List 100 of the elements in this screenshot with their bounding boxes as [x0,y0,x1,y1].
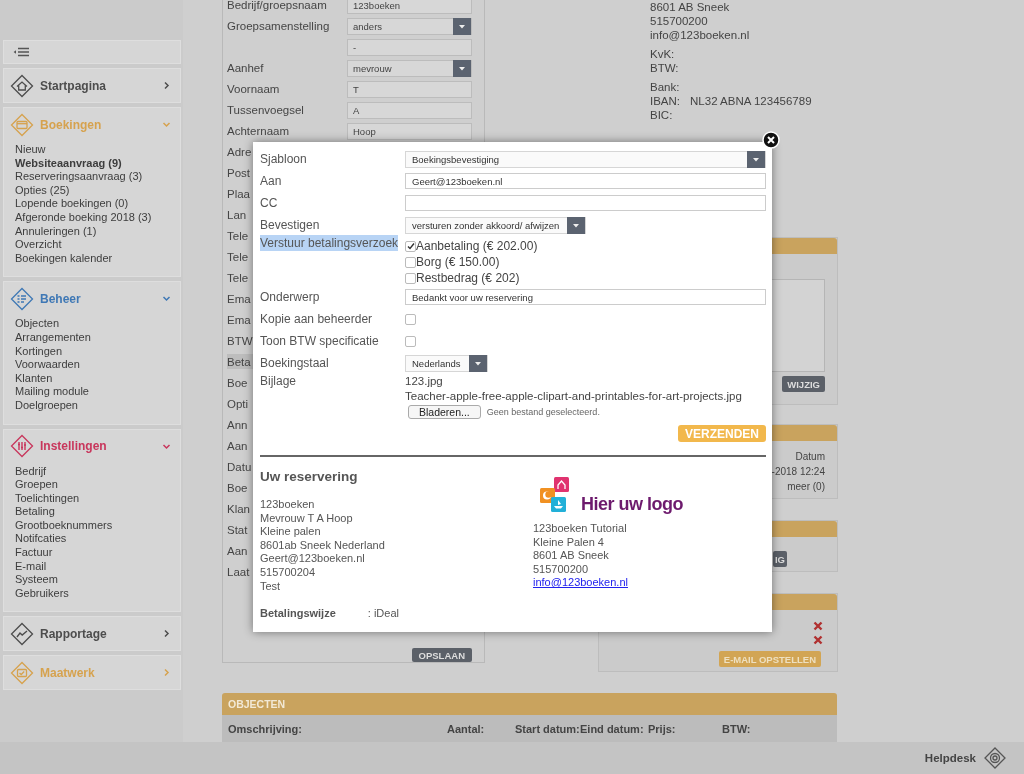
field-label: Aan [227,438,248,453]
menu-item[interactable]: Arrangementen [15,330,91,345]
sliders-icon [10,434,34,458]
menu-item[interactable]: Reserveringsaanvraag (3) [15,170,143,184]
dropdown[interactable]: Boekingsbevestiging [405,150,766,168]
field-label: Ema [227,313,251,327]
field-label: Klan [227,501,251,516]
field-label: Achternaam [227,124,289,139]
menu-icon[interactable] [13,47,29,57]
menu-item[interactable]: Websiteaanvraag (9) [15,156,122,171]
field-label: Boe [227,375,248,390]
menu-item[interactable]: Factuur [15,546,53,560]
email-link[interactable]: info@123boeken.nl [533,576,766,590]
menu-item[interactable]: Annuleringen (1) [15,224,97,239]
column-header: Omschrijving: [228,722,303,735]
column-header: Start datum: [515,722,580,735]
chevron-down-icon[interactable] [162,294,171,304]
logo-text: Hier uw logo [581,494,683,514]
dropdown[interactable]: versturen zonder akkoord/ afwijzen [405,216,587,234]
section-heading: Uw reservering [260,469,359,484]
field-label: Plaa [227,187,251,202]
field-label: Beta [227,354,251,369]
checkbox-option[interactable]: Restbedrag (€ 202) [405,270,766,286]
lifebuoy-icon[interactable] [984,747,1006,769]
text-field[interactable]: T [347,80,472,98]
menu-item[interactable]: Mailing module [15,385,89,399]
field-label: Stat [227,522,248,537]
company-line: Kleine Palen 4 [533,535,605,550]
checkbox[interactable] [405,240,416,252]
customer-line: 515700204 [260,565,317,580]
info-label: BTW: [650,61,680,75]
browse-button[interactable]: Bladeren... [408,405,481,419]
chevron-right-icon[interactable] [162,81,171,90]
list-icon [10,286,34,311]
checkbox-option[interactable]: Borg (€ 150.00) [405,254,766,270]
delete-icon[interactable] [813,621,823,631]
menu-item[interactable]: Klanten [15,371,53,386]
customer-line: Mevrouw T A Hoop [260,511,354,526]
payment-label: Betalingswijze [260,607,336,621]
menu-item[interactable]: Toelichtingen [15,491,80,506]
text-field[interactable] [405,195,766,211]
menu-item[interactable]: Systeem [15,573,58,587]
helpdesk-link[interactable]: Helpdesk [924,752,976,764]
info-value: NL32 ABNA 123456789 [690,94,812,108]
checkbox[interactable] [405,313,416,325]
chevron-right-icon[interactable] [162,629,171,639]
text-field[interactable]: Bedankt voor uw reservering [405,289,766,305]
menu-item[interactable]: Bedrijf [15,464,47,479]
close-icon[interactable] [762,131,780,149]
field-label: Opti [227,396,249,411]
text-field[interactable]: Hoop [347,122,472,140]
field-label: Laat [227,564,250,579]
menu-item[interactable]: Betaling [15,505,55,519]
dropdown[interactable]: anders [347,17,472,35]
menu-item[interactable]: Groepen [15,478,58,492]
field-label: Lan [227,208,247,223]
menu-item[interactable]: Grootboeknummers [15,518,113,533]
address-line: 515700200 [650,14,709,28]
field-label: Voornaam [227,82,280,97]
menu-item[interactable]: E-mail [15,559,47,574]
edit-button[interactable]: IG [772,551,787,567]
menu-item[interactable]: Nieuw [15,143,46,157]
menu-item[interactable]: Kortingen [15,344,63,359]
field-label: Datu [227,459,252,474]
field-label: BTW [227,334,253,348]
checkbox-icon [10,660,34,685]
text-field[interactable]: 123boeken [347,0,472,14]
menu-item[interactable]: Opties (25) [15,183,70,198]
chart-icon [10,621,34,646]
menu-item[interactable]: Afgeronde boeking 2018 (3) [15,210,152,225]
checkbox[interactable] [405,335,416,347]
save-button[interactable]: OPSLAAN [411,648,472,663]
field-label: Tele [227,229,249,244]
menu-item[interactable]: Lopende boekingen (0) [15,197,129,211]
field-label: Toon BTW specificatie [260,333,379,349]
edit-button[interactable]: WIJZIG [782,376,825,392]
menu-item[interactable]: Voorwaarden [15,358,80,372]
text-field[interactable]: A [347,101,472,119]
field-label: Kopie aan beheerder [260,311,373,327]
menu-item[interactable]: Boekingen kalender [15,251,113,266]
section-title[interactable]: Instellingen [40,439,156,453]
field-label: Bedrijf/groepsnaam [227,0,327,13]
delete-icon[interactable] [813,635,823,645]
dropdown[interactable]: mevrouw [347,59,472,77]
field-label: Verstuur betalingsverzoek [260,235,399,251]
menu-item[interactable]: Notifcaties [15,532,67,547]
text-field[interactable]: Geert@123boeken.nl [405,173,766,189]
field-label: Groepsamenstelling [227,19,330,34]
checkbox[interactable] [405,256,416,268]
text-field[interactable]: - [347,38,472,56]
dropdown[interactable]: Nederlands [405,354,488,372]
menu-item[interactable]: Gebruikers [15,586,69,601]
checkbox-option[interactable]: Aanbetaling (€ 202.00) [405,238,766,254]
column-header: Prijs: [648,722,677,735]
menu-item[interactable]: Overzicht [15,238,62,252]
column-header: Aantal: [447,722,486,735]
attachment-name: Teacher-apple-free-apple-clipart-and-printables-for-art-projects.jpg [405,390,743,402]
menu-item[interactable]: Objecten [15,317,60,331]
checkbox[interactable] [405,272,416,284]
menu-item[interactable]: Doelgroepen [15,398,78,413]
